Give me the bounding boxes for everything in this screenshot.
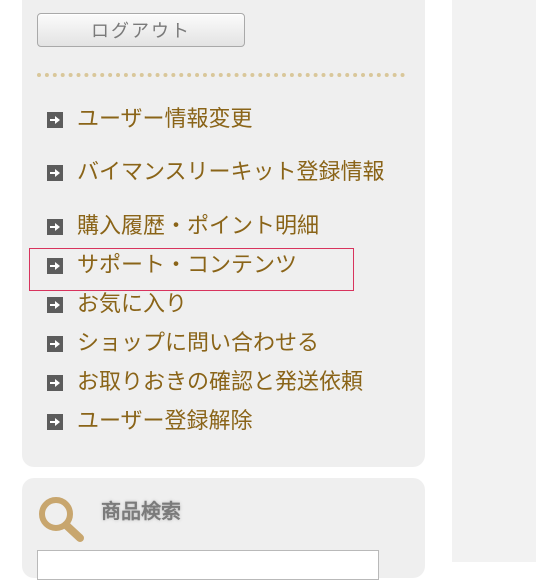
right-column-panel — [452, 0, 536, 562]
arrow-right-icon — [47, 413, 63, 430]
menu-item-label: バイマンスリーキット登録情報 — [77, 160, 385, 185]
search-input[interactable] — [37, 550, 379, 580]
menu-item-label: ショップに問い合わせる — [77, 330, 320, 356]
menu-item-label: 購入履歴・ポイント明細 — [77, 213, 320, 239]
menu-item-label: お取りおきの確認と発送依頼 — [77, 369, 364, 395]
highlight-box — [29, 248, 354, 291]
menu-item-user-info[interactable]: ユーザー情報変更 — [45, 100, 405, 139]
arrow-right-icon — [47, 218, 63, 235]
menu-item-unregister[interactable]: ユーザー登録解除 — [45, 402, 405, 441]
menu-item-purchase-history[interactable]: 購入履歴・ポイント明細 — [45, 207, 405, 246]
menu-item-label: お気に入り — [77, 291, 188, 317]
menu-item-label: ユーザー情報変更 — [77, 106, 253, 132]
menu-item-bimonthly-kit[interactable]: バイマンスリーキット登録情報 — [45, 139, 405, 207]
arrow-right-icon — [47, 374, 63, 391]
arrow-right-icon — [47, 111, 63, 128]
magnifier-icon — [39, 497, 84, 542]
search-title: 商品検索 — [101, 499, 181, 523]
dotted-divider — [37, 73, 405, 77]
menu-item-label: ユーザー登録解除 — [77, 408, 253, 434]
logout-button[interactable]: ログアウト — [37, 13, 245, 47]
menu-item-contact-shop[interactable]: ショップに問い合わせる — [45, 324, 405, 363]
arrow-right-icon — [47, 335, 63, 352]
menu-item-reserved-items[interactable]: お取りおきの確認と発送依頼 — [45, 363, 405, 402]
arrow-right-icon — [47, 296, 63, 313]
arrow-right-icon — [47, 165, 63, 181]
